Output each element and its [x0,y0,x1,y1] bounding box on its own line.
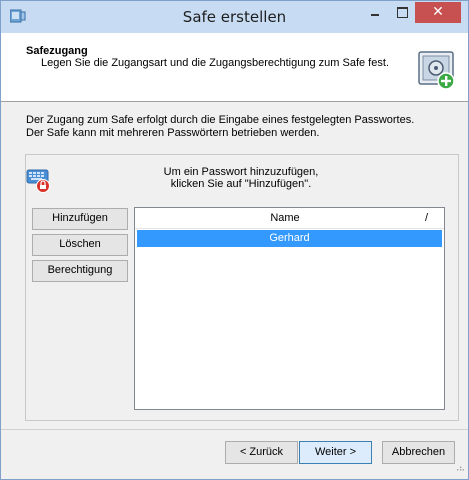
description-line-2: Der Safe kann mit mehreren Passwörtern b… [26,127,320,139]
close-button[interactable]: ✕ [415,2,461,23]
hint-line-1: Um ein Passwort hinzuzufügen, [163,166,319,178]
back-button[interactable]: < Zurück [225,441,298,464]
close-icon: ✕ [432,4,444,20]
column-name[interactable]: Name [135,212,435,224]
maximize-button[interactable] [389,3,415,23]
sort-icon: / [425,212,429,224]
next-button[interactable]: Weiter > [299,441,372,464]
safe-add-icon [418,51,455,90]
add-button[interactable]: Hinzufügen [32,208,128,230]
password-list[interactable]: Name / Gerhard [134,207,445,410]
list-item-label: Gerhard [269,232,310,244]
list-item[interactable]: Gerhard [137,230,442,247]
delete-button[interactable]: Löschen [32,234,128,256]
minimize-button[interactable] [362,3,388,23]
cancel-button[interactable]: Abbrechen [382,441,455,464]
header-subtitle: Legen Sie die Zugangsart und die Zugangs… [41,57,389,69]
permission-button[interactable]: Berechtigung [32,260,128,282]
hint-line-2: klicken Sie auf "Hinzufügen". [170,178,312,190]
title-bar[interactable]: Safe erstellen ✕ [1,1,468,33]
keyboard-lock-icon [26,169,50,193]
list-header[interactable]: Name / [135,208,444,229]
footer-separator [1,429,468,430]
description-line-1: Der Zugang zum Safe erfolgt durch die Ei… [26,114,415,126]
header-title: Safezugang [26,45,88,57]
wizard-header: Safezugang Legen Sie die Zugangsart und … [1,33,468,102]
dialog-window: Safe erstellen ✕ Safezugang Legen Sie di… [0,0,469,480]
resize-grip-icon[interactable]: ⠠⠦ [453,464,465,474]
